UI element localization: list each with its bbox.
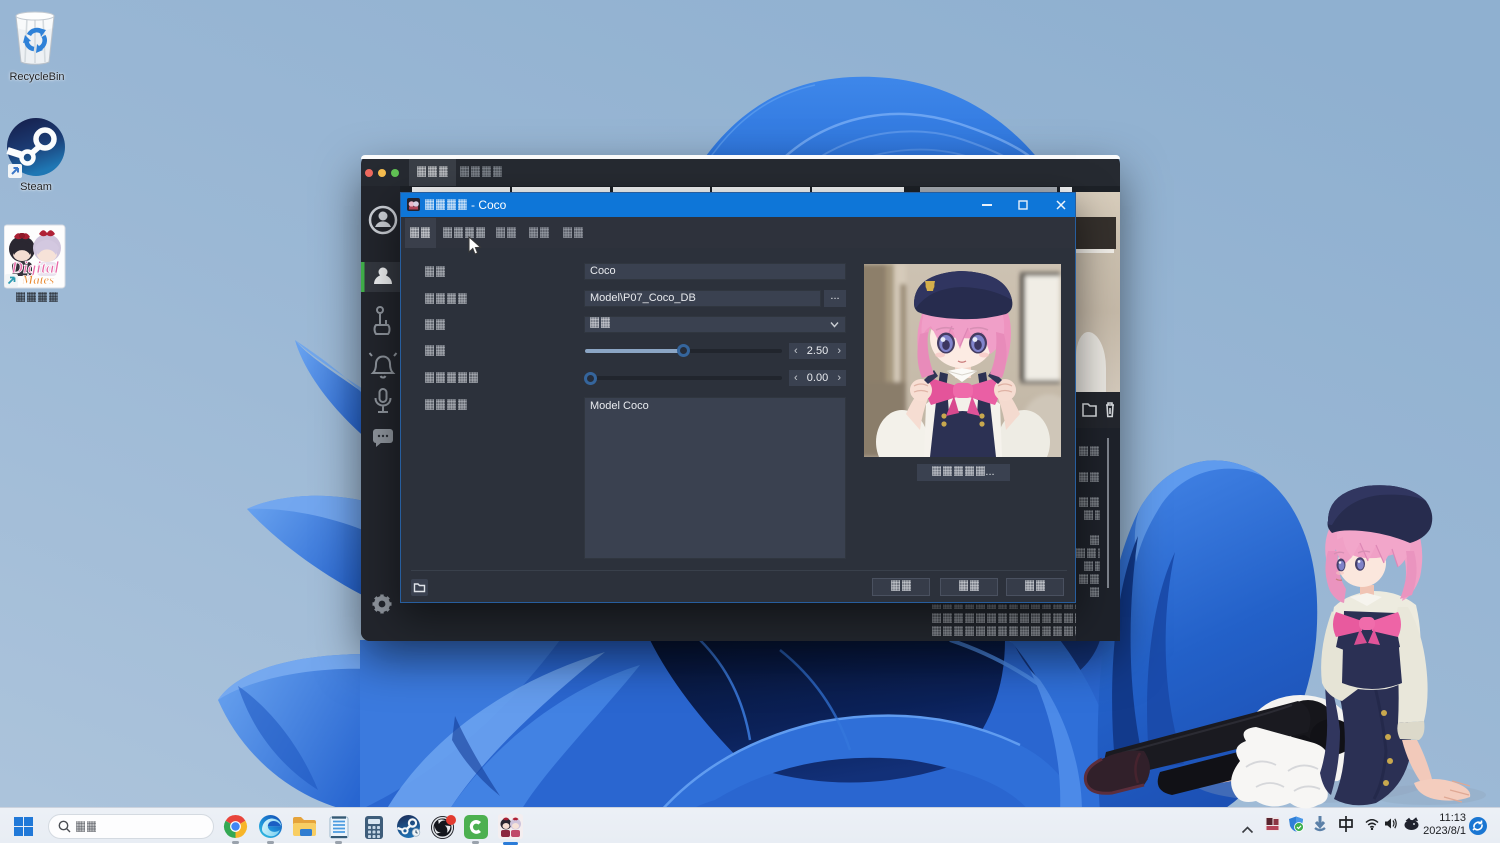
svg-text:Mates: Mates (21, 272, 55, 287)
